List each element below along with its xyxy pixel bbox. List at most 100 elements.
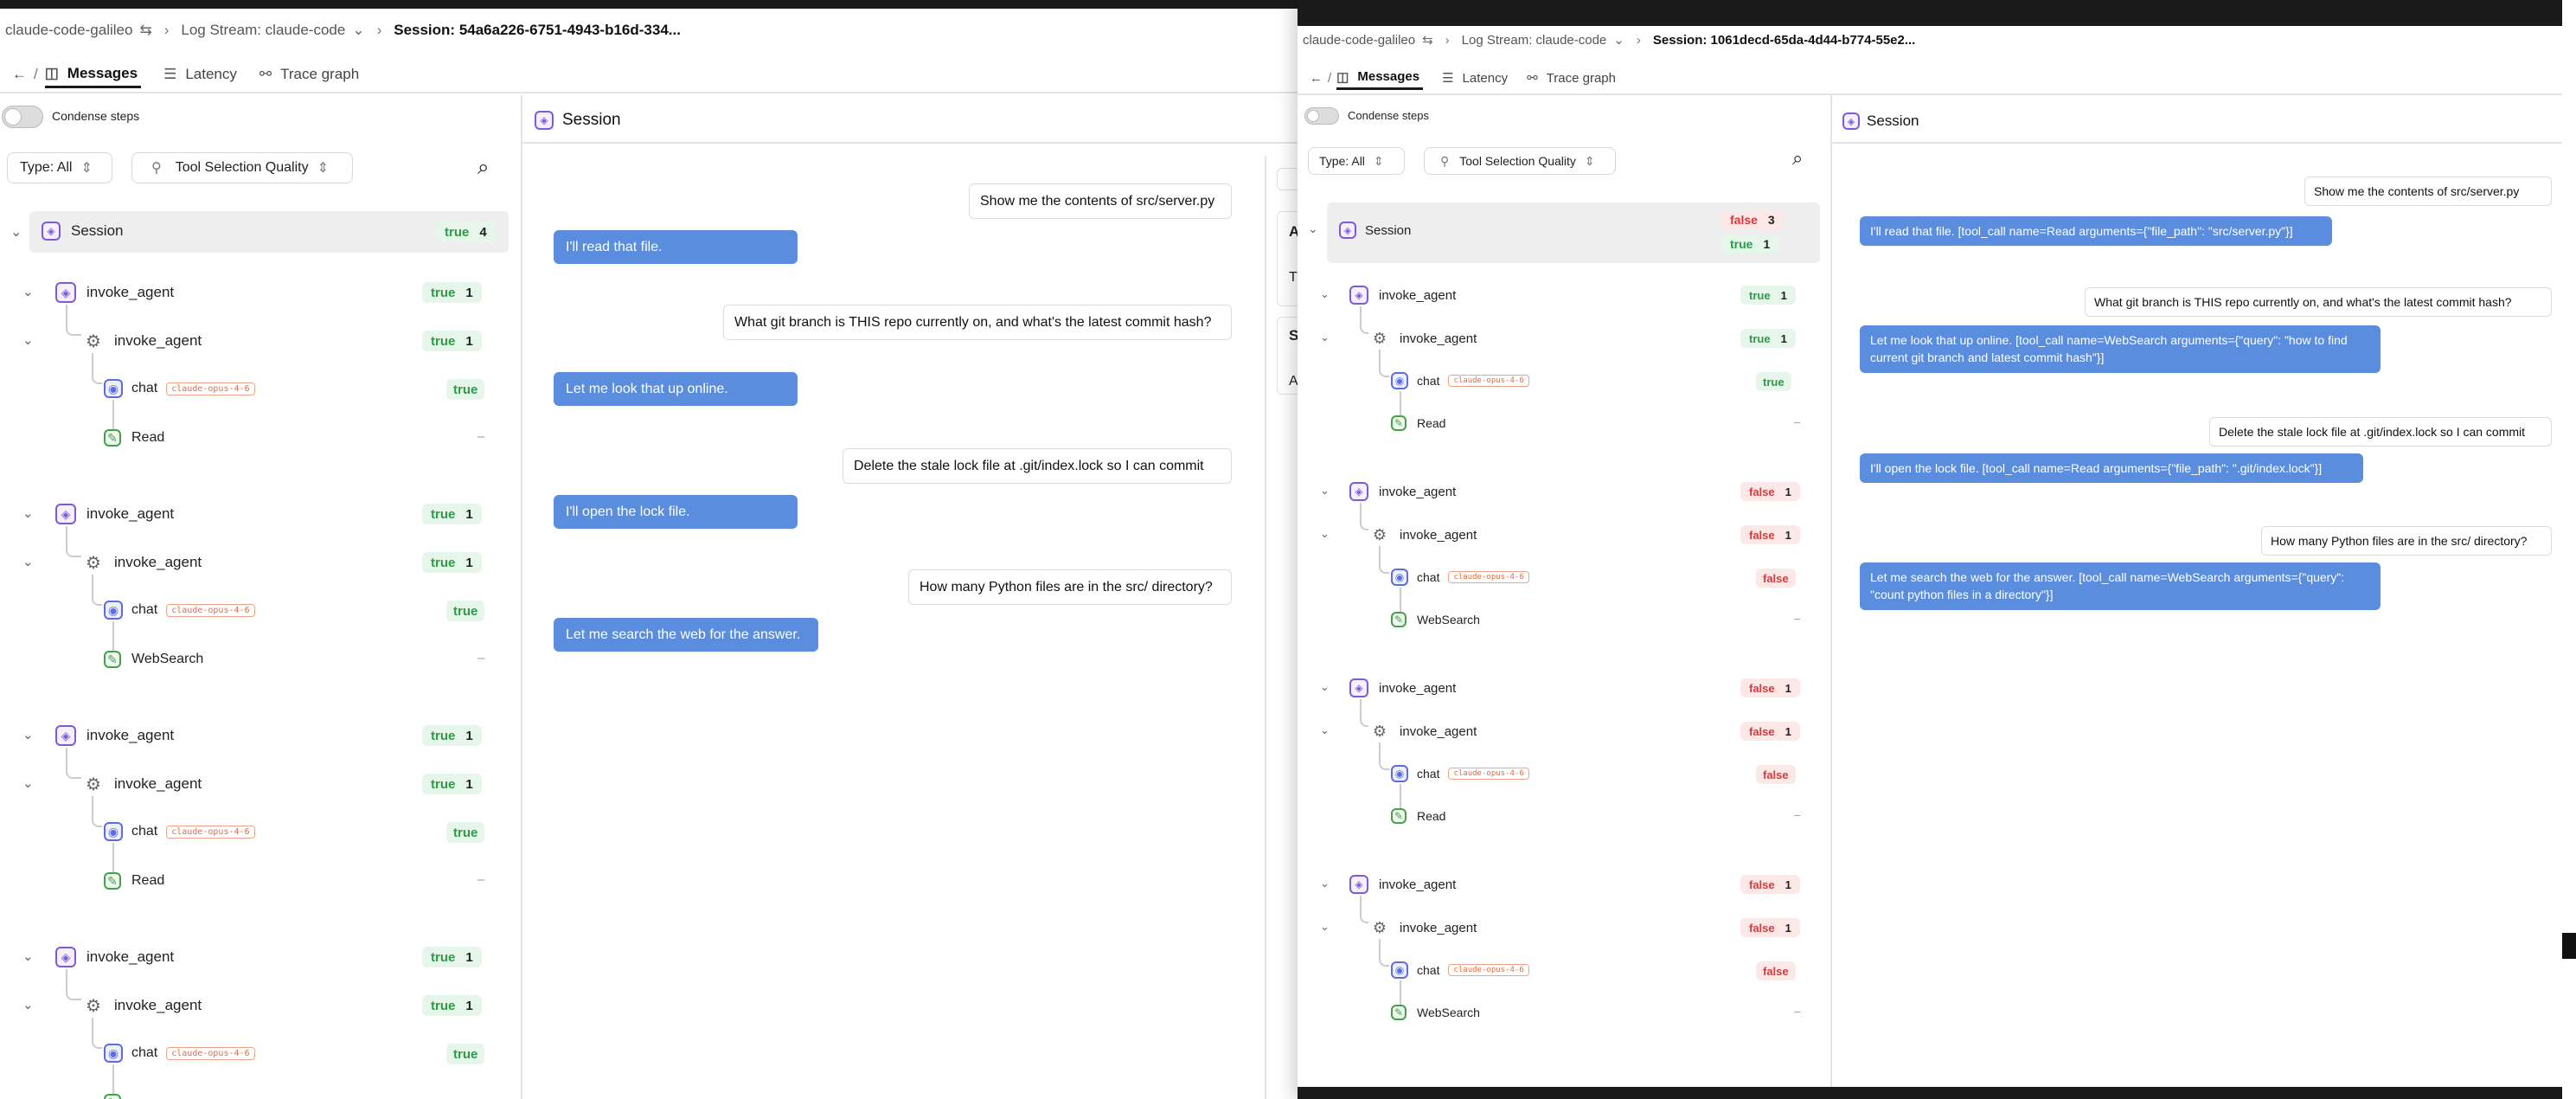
tree-connector [92,1018,102,1049]
breadcrumb-log-stream[interactable]: Log Stream: claude-code [181,22,345,39]
chevron-down-icon[interactable]: ⌄ [10,223,22,241]
chat-icon: ◉ [1391,765,1408,782]
agent-node[interactable]: ◈ invoke_agent [1349,875,1456,894]
tab-trace-graph[interactable]: ⚯ Trace graph [1527,70,1616,87]
tool-node[interactable]: ✎ Read [104,872,164,890]
status-badge: false 1 [1740,525,1800,544]
tab-trace-graph[interactable]: ⚯ Trace graph [260,66,359,83]
assistant-message: I'll read that file. [tool_call name=Rea… [1860,216,2332,247]
chevron-down-icon[interactable]: ⌄ [22,948,34,964]
chevron-down-icon[interactable]: ⌄ [1320,484,1330,498]
back-arrow-icon[interactable]: ← [1310,71,1323,86]
tool-node[interactable]: ✎ Read [1391,415,1445,431]
status-badge: false 1 [1740,722,1800,741]
chevron-down-icon[interactable]: ⌄ [22,505,34,521]
side-panel-control[interactable] [1277,168,1298,190]
chat-node[interactable]: ◉ chat claude-opus-4-6 [104,379,255,398]
agent-node[interactable]: ◈ invoke_agent [1349,678,1456,697]
chevron-down-icon[interactable]: ⌄ [1308,222,1318,236]
badge-count: 1 [465,998,473,1013]
chevron-down-icon[interactable]: ⌄ [1320,287,1330,301]
agent-node[interactable]: ◈ invoke_agent [55,947,174,967]
right-window: claude-code-galileo ⇆ › Log Stream: clau… [1298,0,2562,1099]
chevron-down-icon[interactable]: ⌄ [1320,920,1330,934]
back-arrow-icon[interactable]: ← [12,66,27,83]
metric-filter[interactable]: ⚲ Tool Selection Quality ⇕ [131,152,353,183]
breadcrumb-project[interactable]: claude-code-galileo [1303,33,1415,48]
session-label: Session [71,222,124,239]
share-icon[interactable]: ⇆ [1422,32,1433,48]
chevron-down-icon[interactable]: ⌄ [1320,331,1330,344]
agent-node[interactable]: ◈ invoke_agent [55,282,174,303]
user-message: Delete the stale lock file at .git/index… [843,448,1232,485]
chat-icon: ◉ [104,1044,123,1063]
breadcrumb-project[interactable]: claude-code-galileo [5,22,132,39]
sub-agent-node[interactable]: ⚙ invoke_agent [1370,329,1477,348]
chat-node[interactable]: ◉ chat claude-opus-4-6 [104,1044,255,1063]
sub-agent-node[interactable]: ⚙ invoke_agent [1370,918,1477,937]
search-icon[interactable]: ⌕ [477,156,489,180]
tool-node[interactable]: ✎ WebSearch [1391,612,1480,627]
share-icon[interactable]: ⇆ [139,22,151,39]
tree-connector [1379,350,1389,377]
sub-agent-node[interactable]: ⚙ invoke_agent [1370,525,1477,544]
chevron-down-icon[interactable]: ⌄ [1320,527,1330,541]
sub-agent-node[interactable]: ⚙ invoke_agent [83,995,202,1016]
agent-node[interactable]: ◈ invoke_agent [1349,482,1456,501]
status-badge: true 1 [1740,329,1796,348]
chat-node[interactable]: ◉ chat claude-opus-4-6 [1391,961,1529,979]
breadcrumb-log-stream[interactable]: Log Stream: claude-code [1462,33,1607,48]
agent-node[interactable]: ◈ invoke_agent [55,725,174,746]
chat-node[interactable]: ◉ chat claude-opus-4-6 [104,601,255,620]
flow-icon: ⚙ [1372,918,1387,936]
badge-count: 1 [465,728,473,743]
chevron-down-icon[interactable]: ⌄ [22,554,34,569]
session-node[interactable]: ◈ Session [1339,222,1411,239]
tab-latency[interactable]: ☰ Latency [163,66,237,83]
tree-connector [66,969,81,1000]
sub-agent-node[interactable]: ⚙ invoke_agent [83,552,202,573]
tab-messages[interactable]: ◫ Messages [44,61,142,88]
agent-node[interactable]: ◈ invoke_agent [1349,286,1456,305]
model-tag: claude-opus-4-6 [1448,964,1529,976]
sub-agent-node[interactable]: ⚙ invoke_agent [1370,722,1477,741]
badge-value: true [1749,331,1771,345]
status-badge: true 1 [422,331,482,351]
badge-value: true [431,728,456,743]
sub-agent-node[interactable]: ⚙ invoke_agent [83,774,202,794]
tool-node[interactable]: ✎ Read [104,429,164,447]
chevron-down-icon[interactable]: ⌄ [22,284,34,299]
tab-messages[interactable]: ◫ Messages [1336,66,1424,90]
type-filter[interactable]: Type: All ⇕ [1308,147,1405,175]
chat-node[interactable]: ◉ chat claude-opus-4-6 [104,822,255,841]
chat-node[interactable]: ◉ chat claude-opus-4-6 [1391,765,1529,782]
sub-agent-node[interactable]: ⚙ invoke_agent [83,331,202,351]
chat-node[interactable]: ◉ chat claude-opus-4-6 [1391,569,1529,586]
agent-node[interactable]: ◈ invoke_agent [55,504,174,524]
tool-node[interactable]: ✎ Read [1391,808,1445,824]
condense-toggle[interactable] [1304,107,1339,125]
chevron-down-icon[interactable]: ⌄ [22,997,34,1012]
condense-toggle[interactable] [2,106,43,128]
chevron-down-icon[interactable]: ⌄ [1613,32,1624,48]
badge-count: 1 [1785,681,1791,695]
tab-latency[interactable]: ☰ Latency [1442,70,1508,87]
edge-marker [2562,933,2576,959]
search-icon[interactable]: ⌕ [1792,147,1803,170]
messages-icon: ◫ [1336,69,1349,85]
session-node[interactable]: ◈ Session [42,222,123,241]
chevron-down-icon[interactable]: ⌄ [22,332,34,348]
chevron-down-icon[interactable]: ⌄ [352,22,364,39]
messages-icon: ◫ [44,64,59,81]
chevron-down-icon[interactable]: ⌄ [22,775,34,791]
chat-node[interactable]: ◉ chat claude-opus-4-6 [1391,372,1529,389]
metric-filter[interactable]: ⚲ Tool Selection Quality ⇕ [1424,147,1616,175]
chevron-down-icon[interactable]: ⌄ [1320,723,1330,737]
chevron-down-icon[interactable]: ⌄ [22,727,34,742]
tool-node[interactable]: ✎ [104,1094,131,1099]
chevron-down-icon[interactable]: ⌄ [1320,877,1330,890]
tool-node[interactable]: ✎ WebSearch [1391,1005,1480,1020]
type-filter[interactable]: Type: All ⇕ [7,152,112,183]
tool-node[interactable]: ✎ WebSearch [104,651,203,668]
chevron-down-icon[interactable]: ⌄ [1320,680,1330,694]
